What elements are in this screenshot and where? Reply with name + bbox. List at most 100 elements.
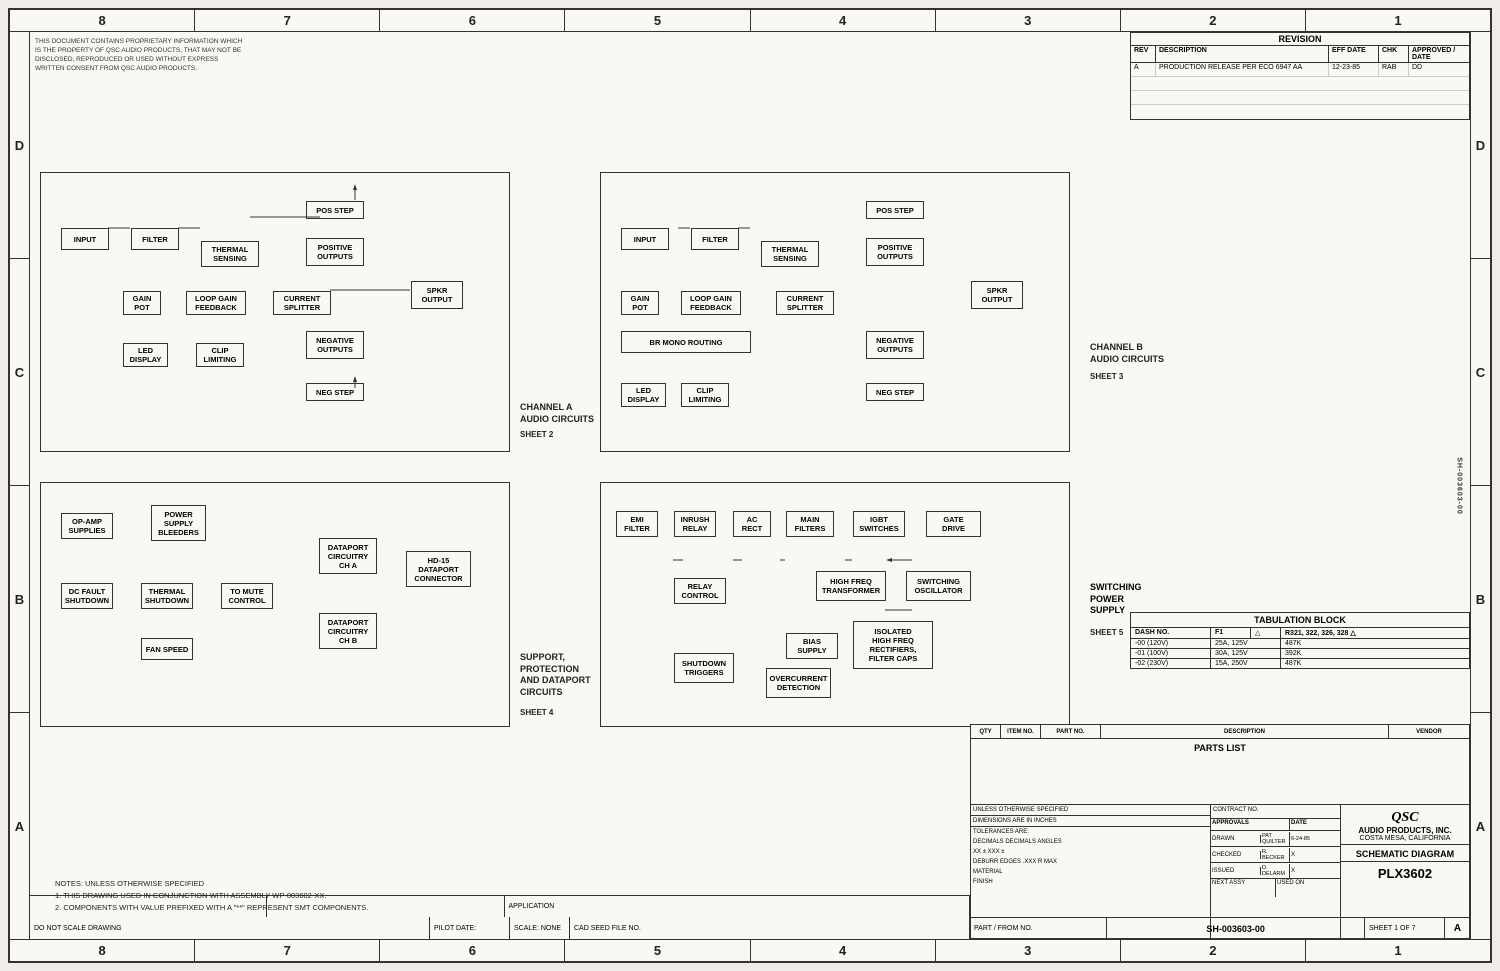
row-c-right: C bbox=[1471, 259, 1490, 486]
drawn-by: PAT QUILTER bbox=[1261, 832, 1290, 846]
tab-header-row: DASH NO. F1 △ R321, 322, 326, 328 △ bbox=[1131, 628, 1469, 639]
drawn-row: DRAWN PAT QUILTER 6-24-85 bbox=[1211, 831, 1340, 847]
rev-header-desc: DESCRIPTION bbox=[1156, 46, 1329, 62]
block-to-mute-control: TO MUTECONTROL bbox=[221, 583, 273, 609]
drawing-title-area: PLX3602 bbox=[1341, 862, 1469, 885]
rev-header-rev: REV bbox=[1131, 46, 1156, 62]
channel-a-label: CHANNEL AAUDIO CIRCUITS bbox=[520, 402, 594, 425]
used-on-label: USED ON bbox=[1276, 879, 1340, 897]
block-dataport-circ-chb: DATAPORTCIRCUITRYCH B bbox=[319, 613, 377, 649]
sheet-info: SHEET 1 OF 7 bbox=[1365, 918, 1445, 939]
tabulation-block: TABULATION BLOCK DASH NO. F1 △ R321, 322… bbox=[1130, 612, 1470, 669]
tab-dash-230v: -02 (230V) bbox=[1131, 659, 1211, 668]
block-clip-limiting-b: CLIPLIMITING bbox=[681, 383, 729, 407]
block-input-b: INPUT bbox=[621, 228, 669, 250]
col-num-5: 5 bbox=[565, 10, 750, 31]
contract-no-label: CONTRACT NO. bbox=[1211, 805, 1340, 818]
title-block: QTY ITEM NO. PART NO. DESCRIPTION VENDOR… bbox=[970, 724, 1470, 939]
block-thermal-sensing-b: THERMALSENSING bbox=[761, 241, 819, 267]
approvals-header-row: APPROVALS DATE bbox=[1211, 819, 1340, 831]
block-gate-drive: GATEDRIVE bbox=[926, 511, 981, 537]
parts-list-title: PARTS LIST bbox=[971, 739, 1469, 755]
col-num-3: 3 bbox=[936, 10, 1121, 31]
row-letters-left: D C B A bbox=[10, 32, 30, 939]
vendor-header: VENDOR bbox=[1389, 725, 1469, 738]
application-label-bottom: APPLICATION bbox=[505, 896, 970, 917]
block-current-splitter-b: CURRENTSPLITTER bbox=[776, 291, 834, 315]
power-supply-sheet: SHEET 5 bbox=[1090, 628, 1123, 638]
col-num-bot-4: 4 bbox=[751, 940, 936, 961]
rev-a-approved: DD bbox=[1409, 63, 1469, 76]
drawn-label: DRAWN bbox=[1211, 835, 1261, 843]
rev-header-date: EFF DATE bbox=[1329, 46, 1379, 62]
block-dc-fault-shutdown: DC FAULTSHUTDOWN bbox=[61, 583, 113, 609]
company-location: COSTA MESA, CALIFORNIA bbox=[1343, 835, 1467, 842]
tab-dash-100v: -01 (100V) bbox=[1131, 649, 1211, 658]
material-label: MATERIAL bbox=[971, 867, 1210, 877]
checked-row: CHECKED R. BECKER X bbox=[1211, 847, 1340, 863]
description-header: DESCRIPTION bbox=[1101, 725, 1389, 738]
block-igbt-switches: IGBTSWITCHES bbox=[853, 511, 905, 537]
block-bias-supply: BIASSUPPLY bbox=[786, 633, 838, 659]
revision-row-3 bbox=[1131, 91, 1469, 105]
block-isolated-high-freq: ISOLATEDHIGH FREQRECTIFIERS,FILTER CAPS bbox=[853, 621, 933, 669]
qsc-logo: QSC bbox=[1391, 810, 1418, 825]
revision-letter: A bbox=[1445, 918, 1470, 939]
row-a-right: A bbox=[1471, 713, 1490, 939]
col-num-bot-3: 3 bbox=[936, 940, 1121, 961]
col-num-7: 7 bbox=[195, 10, 380, 31]
block-loop-gain-feedback-b: LOOP GAINFEEDBACK bbox=[681, 291, 741, 315]
support-label: SUPPORT,PROTECTIONAND DATAPORTCIRCUITS bbox=[520, 652, 591, 699]
block-positive-outputs-b: POSITIVEOUTPUTS bbox=[866, 238, 924, 266]
date-label: DATE bbox=[1290, 819, 1340, 830]
channel-a-border: INPUT FILTER THERMALSENSING POS STEP POS… bbox=[40, 172, 510, 452]
checked-by: R. BECKER bbox=[1261, 848, 1290, 862]
power-supply-border: EMIFILTER INRUSHRELAY ACRECT MAINFILTERS… bbox=[600, 482, 1070, 727]
revision-row-2 bbox=[1131, 77, 1469, 91]
block-shutdown-triggers: SHUTDOWNTRIGGERS bbox=[674, 653, 734, 683]
block-relay-control: RELAYCONTROL bbox=[674, 578, 726, 604]
tab-r321-230v: 487K bbox=[1281, 659, 1469, 668]
col-num-bot-7: 7 bbox=[195, 940, 380, 961]
contract-no-row: CONTRACT NO. bbox=[1211, 805, 1340, 819]
note2: 1. THIS DRAWING USED IN CONJUNCTION WITH… bbox=[55, 890, 368, 902]
channel-b-border: INPUT FILTER THERMALSENSING POS STEP POS… bbox=[600, 172, 1070, 452]
col-num-bot-6: 6 bbox=[380, 940, 565, 961]
rev-a-date: 12-23-85 bbox=[1329, 63, 1379, 76]
block-dataport-circ-cha: DATAPORTCIRCUITRYCH A bbox=[319, 538, 377, 574]
support-border: OP-AMPSUPPLIES POWERSUPPLYBLEEDERS DC FA… bbox=[40, 482, 510, 727]
drawn-date: 6-24-85 bbox=[1290, 835, 1340, 843]
tab-dash-header: DASH NO. bbox=[1131, 628, 1211, 638]
side-label: SH-003603-00 bbox=[1456, 457, 1463, 515]
row-d-right: D bbox=[1471, 32, 1490, 259]
block-thermal-sensing-a: THERMALSENSING bbox=[201, 241, 259, 267]
column-numbers-top: 8 7 6 5 4 3 2 1 bbox=[10, 10, 1490, 32]
revision-row-4 bbox=[1131, 105, 1469, 119]
block-neg-step-b: NEG STEP bbox=[866, 383, 924, 401]
row-a-left: A bbox=[10, 713, 29, 939]
next-assy-row: NEXT ASSY USED ON bbox=[1211, 879, 1340, 897]
dimensions-label: DIMENSIONS ARE IN INCHES bbox=[971, 816, 1210, 827]
rev-a-chk: RAB bbox=[1379, 63, 1409, 76]
tolerances-label: TOLERANCES ARE: bbox=[971, 827, 1210, 837]
block-led-display-a: LEDDISPLAY bbox=[123, 343, 168, 367]
block-inrush-relay: INRUSHRELAY bbox=[674, 511, 716, 537]
issued-label: ISSUED bbox=[1211, 867, 1261, 875]
part-from-no: PART / FROM NO. bbox=[970, 918, 1107, 939]
tab-block-title: TABULATION BLOCK bbox=[1131, 613, 1469, 628]
unless-label: UNLESS OTHERWISE SPECIFIED bbox=[971, 805, 1210, 816]
proprietary-notice: THIS DOCUMENT CONTAINS PROPRIETARY INFOR… bbox=[35, 37, 245, 73]
revision-header: REV DESCRIPTION EFF DATE CHK APPROVED / … bbox=[1131, 46, 1469, 63]
col-num-bot-1: 1 bbox=[1306, 940, 1490, 961]
tab-f1-100v: 30A, 125V bbox=[1211, 649, 1281, 658]
tab-f1-120v: 25A, 125V bbox=[1211, 639, 1281, 648]
drawing-number-row: PART / FROM NO. SH-003603-00 SHEET 1 OF … bbox=[970, 917, 1470, 939]
col-num-2: 2 bbox=[1121, 10, 1306, 31]
block-spkr-output-b: SPKROUTPUT bbox=[971, 281, 1023, 309]
company-name: AUDIO PRODUCTS, INC. bbox=[1343, 826, 1467, 835]
tab-dash-120v: -00 (120V) bbox=[1131, 639, 1211, 648]
block-negative-outputs-b: NEGATIVEOUTPUTS bbox=[866, 331, 924, 359]
channel-b-label: CHANNEL BAUDIO CIRCUITS bbox=[1090, 342, 1164, 365]
col-num-4: 4 bbox=[751, 10, 936, 31]
col-num-8: 8 bbox=[10, 10, 195, 31]
